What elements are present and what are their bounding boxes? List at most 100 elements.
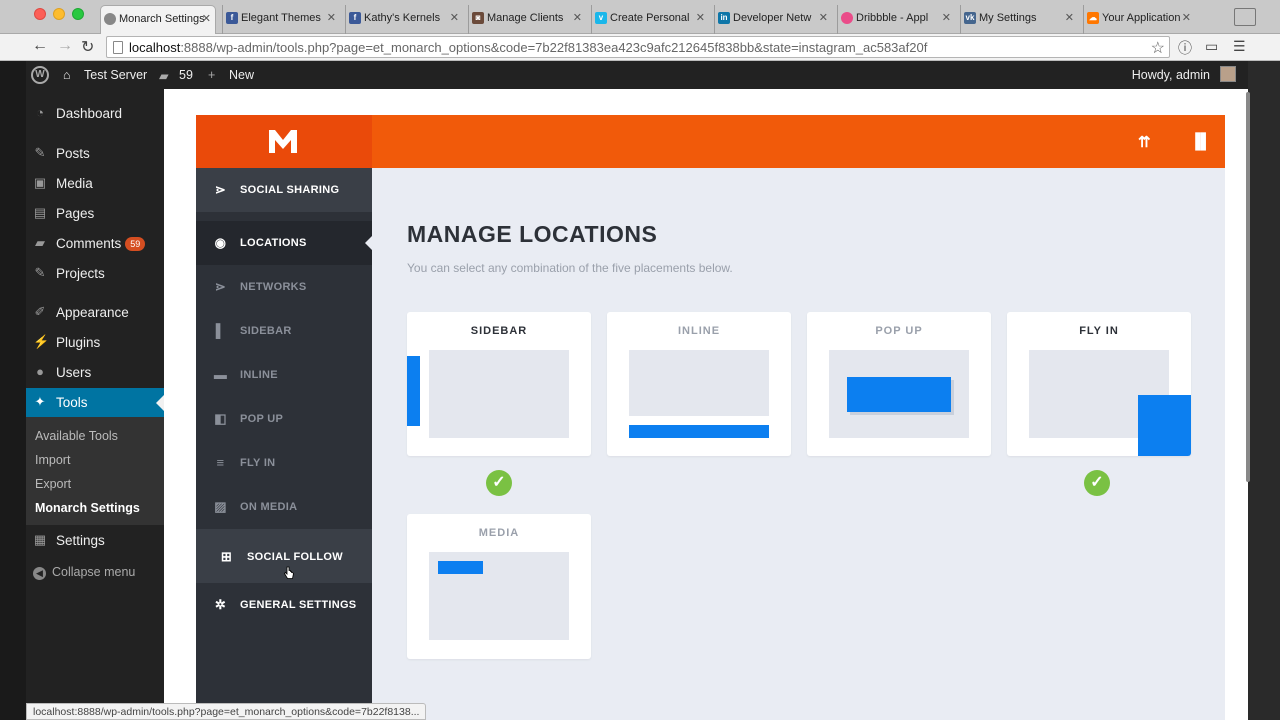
tab-close-icon[interactable]: ✕ [1065, 11, 1074, 24]
gear-icon: ✲ [214, 597, 227, 612]
flyin-icon: ≡ [216, 455, 225, 470]
browser-tab[interactable]: Dribbble - Appl ✕ [837, 5, 955, 34]
menu-item-comments[interactable]: ▰ Comments 59 [26, 229, 164, 259]
monarch-nav: ⋗ SOCIAL SHARING ◉ LOCATIONS ⋗ NETWORKS … [196, 168, 372, 720]
location-card-pop-up[interactable]: POP UP [807, 312, 991, 456]
tab-close-icon[interactable]: ✕ [573, 11, 582, 24]
collapse-menu-button[interactable]: ◀ Collapse menu [33, 565, 135, 580]
nav-label: FLY IN [240, 457, 276, 469]
minimize-window-button[interactable] [53, 8, 65, 20]
wordpress-logo-icon[interactable]: W [31, 66, 49, 84]
tab-label: Elegant Themes [241, 12, 321, 24]
reload-icon[interactable]: ↻ [81, 37, 94, 57]
nav-on-media[interactable]: ▨ ON MEDIA [196, 485, 372, 529]
menu-item-pages[interactable]: ▤ Pages [26, 199, 164, 229]
bookmark-star-icon[interactable]: ☆ [1151, 38, 1165, 57]
stats-chart-icon[interactable]: ▐▌ [1190, 133, 1211, 150]
nav-general-settings[interactable]: ✲ GENERAL SETTINGS [196, 583, 372, 627]
browser-tab[interactable]: f Elegant Themes ✕ [222, 5, 340, 34]
submenu-export[interactable]: Export [35, 477, 71, 491]
wrench-icon: ✦ [34, 394, 46, 409]
nav-inline[interactable]: ▬ INLINE [196, 353, 372, 397]
tab-close-icon[interactable]: ✕ [1182, 11, 1191, 24]
menu-item-label: Comments 59 [56, 236, 146, 252]
browser-tab[interactable]: Monarch Settings ✕ [100, 5, 216, 34]
window-scrollbar-track[interactable] [1248, 61, 1280, 720]
image-icon: ▨ [214, 499, 227, 514]
menu-item-label: Appearance [56, 305, 129, 320]
tab-close-icon[interactable]: ✕ [327, 11, 336, 24]
forward-arrow-icon[interactable]: → [57, 37, 73, 55]
plus-icon: ⊞ [220, 549, 233, 564]
location-card-fly-in[interactable]: FLY IN [1007, 312, 1191, 456]
browser-tab[interactable]: f Kathy's Kernels ✕ [345, 5, 463, 34]
menu-item-label: Projects [56, 266, 105, 281]
menu-item-tools[interactable]: ✦ Tools [26, 388, 164, 418]
cast-icon[interactable]: ▭ [1205, 38, 1218, 55]
comments-count-link[interactable]: 59 [179, 68, 193, 82]
chrome-menu-icon[interactable]: ☰ [1233, 38, 1246, 55]
tab-close-icon[interactable]: ✕ [450, 11, 459, 24]
extension-info-icon[interactable]: ⓘ [1178, 38, 1192, 58]
nav-locations[interactable]: ◉ LOCATIONS [196, 221, 372, 265]
close-window-button[interactable] [34, 8, 46, 20]
home-icon[interactable]: ⌂ [63, 68, 71, 82]
howdy-user-link[interactable]: Howdy, admin [1132, 68, 1210, 82]
browser-tab[interactable]: vk My Settings ✕ [960, 5, 1078, 34]
comment-bubble-icon[interactable]: ▰ [159, 68, 169, 83]
nav-networks[interactable]: ⋗ NETWORKS [196, 265, 372, 309]
card-title: FLY IN [1079, 325, 1119, 337]
submenu-import[interactable]: Import [35, 453, 70, 467]
instagram-favicon-icon: ◙ [472, 12, 484, 24]
plus-icon[interactable]: + [208, 68, 215, 82]
menu-item-users[interactable]: ● Users [26, 358, 164, 388]
menu-item-label: Users [56, 365, 92, 380]
nav-pop-up[interactable]: ◧ POP UP [196, 397, 372, 441]
page-subtitle: You can select any combination of the fi… [407, 261, 733, 275]
browser-tab[interactable]: v Create Personal ✕ [591, 5, 709, 34]
menu-item-media[interactable]: ▣ Media [26, 169, 164, 199]
card-title: SIDEBAR [470, 325, 528, 337]
import-export-icon[interactable]: ⇈ [1138, 133, 1151, 151]
tab-close-icon[interactable]: ✕ [819, 11, 828, 24]
menu-item-plugins[interactable]: ⚡ Plugins [26, 328, 164, 358]
plugin-icon: ⚡ [33, 334, 50, 349]
address-bar[interactable]: localhost:8888/wp-admin/tools.php?page=e… [106, 36, 1170, 58]
menu-item-settings[interactable]: ▦ Settings [26, 526, 164, 556]
page-icon [113, 41, 123, 54]
card-title: POP UP [875, 325, 923, 337]
new-content-link[interactable]: New [229, 68, 254, 82]
menu-item-projects[interactable]: ✎ Projects [26, 259, 164, 289]
browser-tab[interactable]: ☁ Your Application ✕ [1083, 5, 1195, 34]
vimeo-favicon-icon: v [595, 12, 607, 24]
brush-icon: ✐ [34, 304, 46, 319]
preview-flyin-box [1138, 395, 1191, 456]
browser-tab[interactable]: ◙ Manage Clients ✕ [468, 5, 586, 34]
location-card-inline[interactable]: INLINE [607, 312, 791, 456]
menu-item-dashboard[interactable]: ◔ Dashboard [26, 99, 164, 129]
profile-window-icon[interactable] [1234, 8, 1256, 26]
wp-admin-menu: ◔ Dashboard ✎ Posts ▣ Media ▤ Pages ▰ Co… [26, 89, 164, 720]
browser-tab[interactable]: in Developer Netw ✕ [714, 5, 832, 34]
nav-sidebar[interactable]: ▌ SIDEBAR [196, 309, 372, 353]
window-scrollbar-thumb[interactable] [1246, 92, 1250, 482]
tab-close-icon[interactable]: ✕ [696, 11, 705, 24]
zoom-window-button[interactable] [72, 8, 84, 20]
submenu-available-tools[interactable]: Available Tools [35, 429, 118, 443]
back-arrow-icon[interactable]: ← [32, 37, 48, 55]
submenu-monarch-settings[interactable]: Monarch Settings [35, 501, 140, 515]
tab-label: Kathy's Kernels [364, 12, 441, 24]
tab-close-icon[interactable]: ✕ [202, 12, 211, 25]
location-card-sidebar[interactable]: SIDEBAR [407, 312, 591, 456]
collapse-arrow-icon: ◀ [33, 567, 46, 580]
nav-social-sharing[interactable]: ⋗ SOCIAL SHARING [196, 168, 372, 212]
nav-fly-in[interactable]: ≡ FLY IN [196, 441, 372, 485]
avatar[interactable] [1220, 66, 1236, 82]
facebook-favicon-icon: f [349, 12, 361, 24]
tab-close-icon[interactable]: ✕ [942, 11, 951, 24]
site-name-link[interactable]: Test Server [84, 68, 147, 82]
menu-item-posts[interactable]: ✎ Posts [26, 139, 164, 169]
menu-item-appearance[interactable]: ✐ Appearance [26, 298, 164, 328]
location-card-media[interactable]: MEDIA [407, 514, 591, 659]
preview-page [429, 350, 569, 438]
